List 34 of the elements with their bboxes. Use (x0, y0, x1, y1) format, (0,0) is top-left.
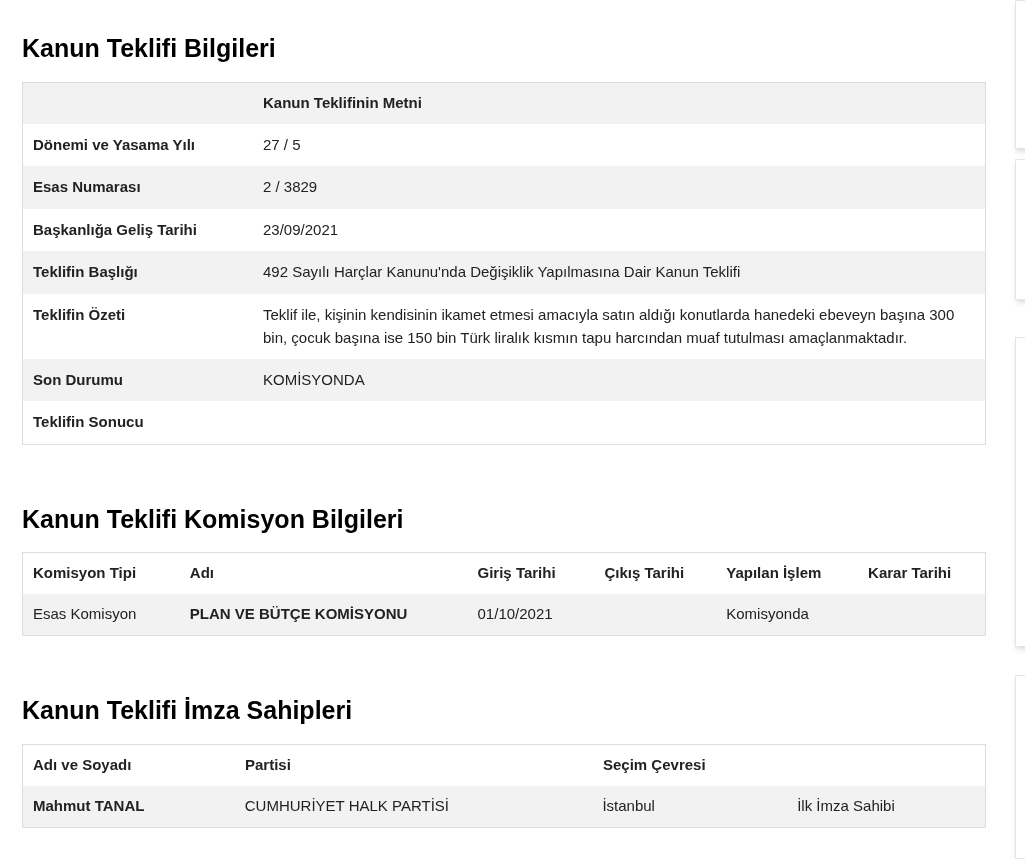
row-value: KOMİSYONDA (263, 369, 366, 390)
row-label: Teklifin Başlığı (32, 262, 139, 282)
table-cell: İlk İmza Sahibi (797, 796, 895, 814)
row-label: Teklifin Özeti (32, 304, 127, 325)
column-header: Çıkış Tarihi (604, 564, 685, 582)
table-cell: Mahmut TANAL (33, 796, 145, 814)
column-header: Karar Tarihi (868, 564, 952, 582)
section-title: Kanun Teklifi İmza Sahipleri (22, 695, 354, 726)
column-header: Giriş Tarihi (477, 564, 556, 582)
section-title: Kanun Teklifi Bilgileri (22, 33, 277, 64)
column-header: Partisi (245, 755, 291, 773)
row-label: Teklifin Sonucu (32, 412, 145, 432)
table-header: Kanun Teklifinin Metni (263, 92, 422, 113)
table-cell: Komisyonda (726, 605, 809, 623)
row-label: Dönemi ve Yasama Yılı (32, 134, 197, 155)
section-title: Kanun Teklifi Komisyon Bilgileri (22, 503, 405, 535)
column-header: Seçim Çevresi (603, 755, 706, 773)
table-cell: 01/10/2021 (477, 605, 553, 623)
row-value: 2 / 3829 (263, 177, 319, 197)
row-label: Son Durumu (32, 369, 124, 390)
row-label: Başkanlığa Geliş Tarihi (32, 219, 198, 240)
table-cell: PLAN VE BÜTÇE KOMİSYONU (189, 605, 408, 623)
table-cell: Esas Komisyon (33, 605, 137, 623)
row-value: 23/09/2021 (263, 219, 340, 240)
column-header: Komisyon Tipi (33, 564, 137, 582)
column-header: Adı ve Soyadı (33, 755, 132, 773)
row-value: 492 Sayılı Harçlar Kanunu'nda Değişiklik Yapılmasına Dair Kanun Teklifi (263, 262, 742, 282)
column-header: Adı (189, 564, 214, 582)
row-label: Esas Numarası (32, 177, 142, 197)
row-value: Teklif ile, kişinin kendisinin ikamet etmesi amacıyla satın aldığı konutlarda hanedeki ebeveyn başına 300 bin, çocuk başına ise 150 bin Türk liralık kısmın tapu harcından muaf tutulması amaçlanmaktadır. (263, 304, 956, 348)
table-cell: İstanbul (602, 796, 655, 814)
table-cell: CUMHURİYET HALK PARTİSİ (244, 796, 449, 814)
row-value: 27 / 5 (263, 134, 302, 155)
column-header: Yapılan İşlem (726, 564, 822, 582)
